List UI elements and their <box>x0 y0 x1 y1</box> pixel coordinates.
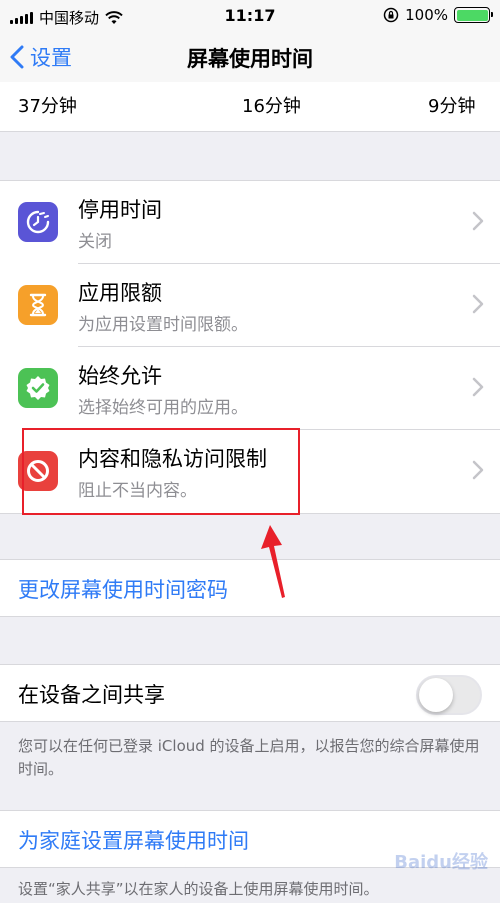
row-subtitle: 为应用设置时间限额。 <box>78 315 248 335</box>
change-passcode-label: 更改屏幕使用时间密码 <box>18 578 228 602</box>
rotation-lock-icon <box>383 7 399 23</box>
checkmark-badge-icon <box>18 368 58 408</box>
family-footnote: 设置“家人共享”以在家人的设备上使用屏幕使用时间。 <box>18 880 379 898</box>
downtime-icon <box>18 202 58 242</box>
chevron-right-icon <box>472 377 484 397</box>
share-across-devices-row: 在设备之间共享 <box>0 664 500 722</box>
toggle-knob <box>419 678 453 712</box>
row-subtitle: 关闭 <box>78 232 112 252</box>
share-label: 在设备之间共享 <box>18 683 165 707</box>
usage-value: 16分钟 <box>242 96 301 117</box>
row-subtitle: 选择始终可用的应用。 <box>78 398 248 418</box>
row-title: 停用时间 <box>78 198 162 222</box>
usage-value: 37分钟 <box>18 96 77 117</box>
row-title: 应用限额 <box>78 281 162 305</box>
app-limits-row[interactable]: 应用限额 为应用设置时间限额。 <box>0 264 500 347</box>
change-passcode-button[interactable]: 更改屏幕使用时间密码 <box>0 559 500 617</box>
annotation-highlight-box <box>22 428 300 515</box>
status-bar: 中国移动 11:17 100% <box>0 0 500 32</box>
chevron-right-icon <box>472 460 484 480</box>
share-toggle[interactable] <box>416 675 482 715</box>
battery-icon <box>454 7 493 23</box>
row-title: 始终允许 <box>78 364 162 388</box>
page-title: 屏幕使用时间 <box>187 47 313 71</box>
watermark-logo: Baidu经验 <box>394 852 488 873</box>
usage-summary: 37分钟 16分钟 9分钟 <box>0 82 500 132</box>
navigation-bar: 设置 屏幕使用时间 <box>0 32 500 82</box>
battery-percent: 100% <box>405 6 448 24</box>
chevron-right-icon <box>472 211 484 231</box>
hourglass-icon <box>18 285 58 325</box>
chevron-right-icon <box>472 294 484 314</box>
downtime-row[interactable]: 停用时间 关闭 <box>0 181 500 264</box>
annotation-arrow-icon <box>261 525 285 598</box>
share-footnote: 您可以在任何已登录 iCloud 的设备上启用，以报告您的综合屏幕使用时间。 <box>18 737 480 778</box>
family-setup-label: 为家庭设置屏幕使用时间 <box>18 829 249 853</box>
usage-value: 9分钟 <box>428 96 476 117</box>
status-right: 100% <box>383 6 493 24</box>
always-allowed-row[interactable]: 始终允许 选择始终可用的应用。 <box>0 347 500 430</box>
